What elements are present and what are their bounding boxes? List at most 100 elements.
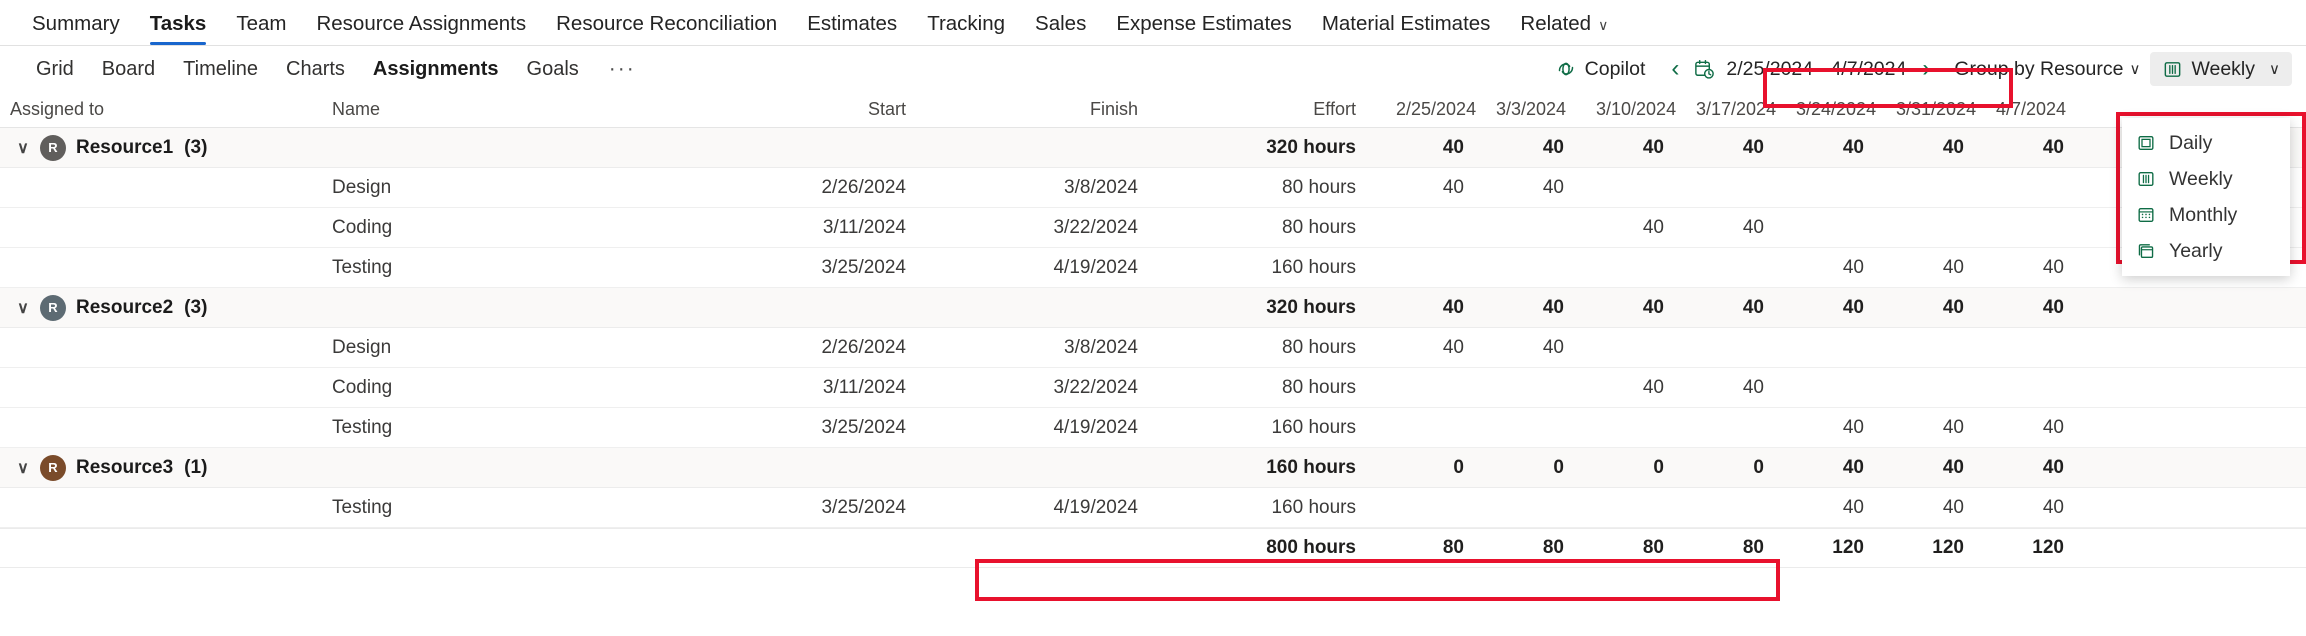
column-header-period: 3/24/2024 <box>1796 99 1877 119</box>
task-period-cell: 40 <box>1542 176 1564 198</box>
time-scale-menu: Daily Weekly Monthly Yearly <box>2122 118 2290 276</box>
task-row[interactable]: Testing 3/25/2024 4/19/2024 160 hours 40 40 40 <box>0 408 2306 448</box>
group-resource-name: Resource2 <box>76 296 174 318</box>
task-period-cell: 40 <box>1642 376 1664 398</box>
resource-group-row[interactable]: ∨ R Resource2 (3) 320 hours 40 40 40 40 40 40 40 <box>0 288 2306 328</box>
group-by-resource-button[interactable]: Group by Resource ∨ <box>1944 58 2150 81</box>
time-scale-menu-item-yearly[interactable]: Yearly <box>2122 233 2290 269</box>
task-row[interactable]: Testing 3/25/2024 4/19/2024 160 hours 40 40 40 <box>0 248 2306 288</box>
entity-tab-team[interactable]: Team <box>222 13 300 46</box>
column-header-assigned-to[interactable]: Assigned to <box>0 99 300 120</box>
column-header-start[interactable]: Start <box>720 99 950 120</box>
task-start-cell: 3/11/2024 <box>822 376 906 398</box>
assignments-page: Summary Tasks Team Resource Assignments Reso… <box>0 0 2306 636</box>
date-range-picker: ‹ 2/25/2024 - 4/7/2024 › <box>1657 50 1944 88</box>
task-row[interactable]: Design 2/26/2024 3/8/2024 80 hours 40 40 <box>0 328 2306 368</box>
entity-tab-label: Summary <box>32 11 120 35</box>
column-header-period: 3/3/2024 <box>1496 99 1567 119</box>
task-row[interactable]: Testing 3/25/2024 4/19/2024 160 hours 40 40 40 <box>0 488 2306 528</box>
view-tab-grid[interactable]: Grid <box>22 58 88 81</box>
view-tab-overflow-button[interactable]: ··· <box>593 57 650 81</box>
group-period-cell: 40 <box>1442 296 1464 318</box>
task-start-cell: 3/25/2024 <box>821 256 906 278</box>
group-expander-chevron-icon[interactable]: ∨ <box>10 298 36 318</box>
group-task-count: (3) <box>184 136 208 158</box>
task-name-cell: Coding <box>332 216 393 238</box>
total-period-cell: 80 <box>1642 537 1664 558</box>
copilot-button[interactable]: Copilot <box>1543 52 1658 86</box>
task-period-cell: 40 <box>1542 336 1564 358</box>
entity-tab-resource-assignments[interactable]: Resource Assignments <box>302 13 540 46</box>
group-task-count: (3) <box>184 296 208 318</box>
previous-period-button[interactable]: ‹ <box>1661 57 1689 81</box>
entity-tab-related[interactable]: Related ∨ <box>1506 13 1622 46</box>
time-scale-menu-item-daily[interactable]: Daily <box>2122 125 2290 161</box>
entity-tab-summary[interactable]: Summary <box>18 11 134 46</box>
resource-group-row[interactable]: ∨ R Resource1 (3) 320 hours 40 40 40 40 40 40 40 <box>0 128 2306 168</box>
group-period-cell: 40 <box>1742 296 1764 318</box>
entity-tab-sales[interactable]: Sales <box>1021 13 1100 46</box>
group-period-cell: 40 <box>1842 296 1864 318</box>
column-header-finish[interactable]: Finish <box>950 99 1180 120</box>
entity-tab-expense-estimates[interactable]: Expense Estimates <box>1102 13 1305 46</box>
entity-tab-resource-reconciliation[interactable]: Resource Reconciliation <box>542 11 791 46</box>
entity-tab-label: Tasks <box>149 11 207 35</box>
entity-tab-tracking[interactable]: Tracking <box>913 13 1019 46</box>
task-period-cell: 40 <box>1742 376 1764 398</box>
task-period-cell: 40 <box>1842 496 1864 518</box>
time-scale-menu-item-monthly[interactable]: Monthly <box>2122 197 2290 233</box>
column-header-effort[interactable]: Effort <box>1180 99 1390 120</box>
column-header-period: 3/31/2024 <box>1896 99 1977 119</box>
group-assigned-to-cell: ∨ R Resource3 (1) <box>0 454 300 481</box>
view-tab-assignments[interactable]: Assignments <box>359 58 513 81</box>
task-start-cell: 2/26/2024 <box>821 176 906 198</box>
task-finish-cell: 4/19/2024 <box>1053 256 1138 278</box>
total-period-cell: 80 <box>1442 537 1464 558</box>
column-header-name[interactable]: Name <box>300 99 720 120</box>
monthly-scale-icon <box>2136 205 2156 225</box>
group-expander-chevron-icon[interactable]: ∨ <box>10 458 36 478</box>
entity-tab-label: Resource Reconciliation <box>556 11 778 35</box>
view-tab-timeline[interactable]: Timeline <box>169 58 272 81</box>
task-effort-cell: 160 hours <box>1271 496 1356 518</box>
time-scale-menu-item-label: Yearly <box>2169 239 2223 262</box>
column-header-period: 2/25/2024 <box>1396 99 1477 119</box>
task-row[interactable]: Coding 3/11/2024 3/22/2024 80 hours 40 40 <box>0 208 2306 248</box>
task-name-cell: Design <box>332 336 392 358</box>
resource-group-row[interactable]: ∨ R Resource3 (1) 160 hours 0 0 0 0 40 40 40 <box>0 448 2306 488</box>
entity-tab-label: Estimates <box>807 11 898 35</box>
view-tab-board[interactable]: Board <box>88 58 169 81</box>
view-tab-goals[interactable]: Goals <box>513 58 593 81</box>
group-assigned-to-cell: ∨ R Resource1 (3) <box>0 134 300 161</box>
daily-scale-icon <box>2136 133 2156 153</box>
entity-tab-material-estimates[interactable]: Material Estimates <box>1308 13 1505 46</box>
time-scale-button[interactable]: Weekly ∨ <box>2150 52 2292 86</box>
task-row[interactable]: Coding 3/11/2024 3/22/2024 80 hours 40 40 <box>0 368 2306 408</box>
chevron-down-icon: ∨ <box>1598 16 1609 33</box>
time-scale-menu-item-label: Weekly <box>2169 167 2233 190</box>
grid-total-row: 800 hours 80 80 80 80 120 120 120 <box>0 528 2306 568</box>
group-effort-cell: 320 hours <box>1266 296 1356 318</box>
next-period-button[interactable]: › <box>1912 57 1940 81</box>
copilot-label: Copilot <box>1584 57 1646 80</box>
group-task-count: (1) <box>184 456 208 478</box>
assignments-grid: Assigned to Name Start Finish Effort 2/25/202… <box>0 92 2306 568</box>
time-scale-menu-item-weekly[interactable]: Weekly <box>2122 161 2290 197</box>
group-period-cell: 40 <box>2042 456 2064 478</box>
date-range-label[interactable]: 2/25/2024 - 4/7/2024 <box>1720 58 1912 81</box>
task-name-cell: Testing <box>332 256 393 278</box>
task-row[interactable]: Design 2/26/2024 3/8/2024 80 hours 40 40 <box>0 168 2306 208</box>
group-period-cell: 40 <box>2042 136 2064 158</box>
entity-tab-estimates[interactable]: Estimates <box>793 11 911 46</box>
group-assigned-to-cell: ∨ R Resource2 (3) <box>0 294 300 321</box>
chevron-down-icon: ∨ <box>2269 61 2280 78</box>
task-finish-cell: 3/8/2024 <box>1064 336 1138 358</box>
group-period-cell: 40 <box>2042 296 2064 318</box>
group-expander-chevron-icon[interactable]: ∨ <box>10 138 36 158</box>
group-period-cell: 0 <box>1753 456 1764 478</box>
group-effort-cell: 320 hours <box>1266 136 1356 158</box>
total-period-cell: 120 <box>2032 537 2064 558</box>
entity-tab-tasks[interactable]: Tasks <box>136 11 221 46</box>
view-tab-charts[interactable]: Charts <box>272 58 359 81</box>
task-start-cell: 3/25/2024 <box>821 416 906 438</box>
